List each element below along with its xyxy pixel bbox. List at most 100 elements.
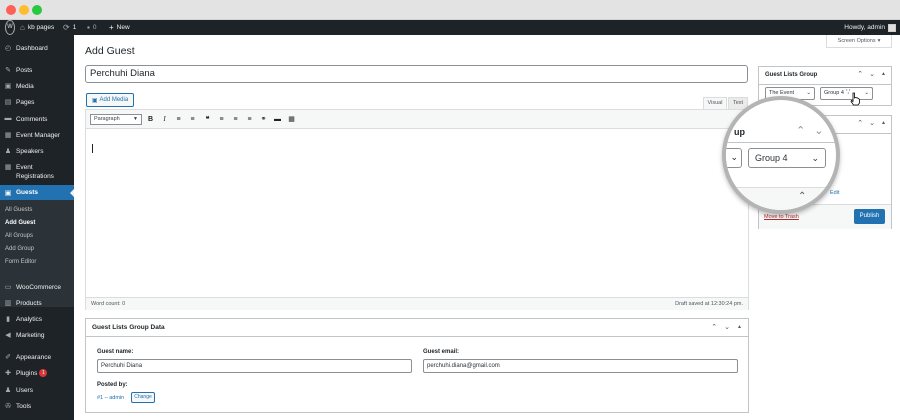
magnified-event-select: ⌄ xyxy=(726,148,742,168)
magnifier-overlay: up ⌃ ⌄ ⌄ Group 4 ⌄ ⌃ xyxy=(722,96,840,214)
sidebar-item-speakers[interactable]: ♟ Speakers xyxy=(0,147,74,156)
add-media-button[interactable]: ▣ Add Media xyxy=(86,93,134,107)
change-author-button[interactable]: Change xyxy=(131,392,155,403)
sidebar-item-posts[interactable]: ✎ Posts xyxy=(0,66,74,75)
blockquote-icon[interactable]: ❝ xyxy=(203,114,212,125)
divider xyxy=(726,142,836,143)
minimize-window-button[interactable] xyxy=(19,5,29,15)
speakers-icon: ♟ xyxy=(4,148,12,155)
sidebar-item-users[interactable]: ♟ Users xyxy=(0,386,74,395)
sidebar-item-event-manager[interactable]: ▦ Event Manager xyxy=(0,131,74,140)
sidebar-item-guests[interactable]: ▣ Guests xyxy=(0,185,74,200)
account-menu[interactable]: Howdy, admin xyxy=(844,20,896,35)
sidebar-item-media[interactable]: ▣ Media xyxy=(0,82,74,91)
sidebar-item-tools[interactable]: ✇ Tools xyxy=(0,402,74,411)
chevron-up-icon[interactable]: ⌃ xyxy=(857,70,863,79)
post-title-input[interactable]: Perchuhi Diana xyxy=(85,65,748,83)
sidebar-item-event-registrations[interactable]: ▦ Event Registrations xyxy=(0,163,74,181)
comment-icon: ▪ xyxy=(87,23,90,32)
new-label: New xyxy=(116,24,130,31)
align-left-icon[interactable]: ≡ xyxy=(217,114,226,125)
chevron-down-icon[interactable]: ⌄ xyxy=(869,119,875,128)
sidebar-item-marketing[interactable]: ◀ Marketing xyxy=(0,331,74,340)
bullet-list-icon[interactable]: ≡ xyxy=(174,114,183,125)
pin-icon: ✎ xyxy=(5,67,11,74)
content-editor[interactable]: Paragraph ▼ B I ≡ ≡ ❝ ≡ ≡ ≡ ⚭ ▬ ▦ Word c… xyxy=(85,109,749,310)
guest-email-field[interactable]: perchuhi.diana@gmail.com xyxy=(423,359,738,373)
sidebar-item-woocommerce[interactable]: ▭ WooCommerce xyxy=(0,283,74,292)
publish-button[interactable]: Publish xyxy=(854,209,885,224)
chevron-up-icon: ⌃ xyxy=(798,191,807,202)
draft-saved-status: Draft saved at 12:30:24 pm. xyxy=(675,301,743,307)
link-icon[interactable]: ⚭ xyxy=(259,114,268,125)
wordpress-logo-icon[interactable]: W xyxy=(5,20,15,35)
submenu-all-guests[interactable]: All Guests xyxy=(5,207,32,213)
metabox-header: Guest Lists Group Data ⌃ ⌄ ▲ xyxy=(86,319,748,337)
submenu-all-groups[interactable]: All Groups xyxy=(5,233,33,239)
page-title: Add Guest xyxy=(85,45,135,57)
chevron-up-icon: ⌃ xyxy=(796,125,806,137)
submenu-form-editor[interactable]: Form Editor xyxy=(5,259,36,265)
calendar-icon: ▦ xyxy=(4,132,12,139)
sidebar-item-appearance[interactable]: ✐ Appearance xyxy=(0,353,74,362)
align-right-icon[interactable]: ≡ xyxy=(245,114,254,125)
numbered-list-icon[interactable]: ≡ xyxy=(188,114,197,125)
format-select-value: Paragraph xyxy=(94,116,120,122)
divider xyxy=(759,84,891,85)
submenu-add-guest[interactable]: Add Guest xyxy=(5,220,35,226)
metabox-title: Guest Lists Group Data xyxy=(92,324,165,331)
plugins-update-badge: 1 xyxy=(39,369,48,377)
move-to-trash-link[interactable]: Move to Trash xyxy=(764,214,799,220)
comments-link[interactable]: ▪ 0 xyxy=(87,20,96,35)
media-icon: ▣ xyxy=(4,83,12,90)
appearance-icon: ✐ xyxy=(5,354,11,361)
admin-sidebar: ◴ Dashboard ✎ Posts ▣ Media ▤ Pages ▬ Comment… xyxy=(0,35,74,420)
new-content-link[interactable]: + New xyxy=(109,20,130,35)
align-center-icon[interactable]: ≡ xyxy=(231,114,240,125)
bold-icon[interactable]: B xyxy=(146,114,155,125)
guest-email-label: Guest email: xyxy=(423,349,460,355)
tab-visual[interactable]: Visual xyxy=(703,97,727,109)
analytics-icon: ▮ xyxy=(6,316,10,323)
posted-by-link[interactable]: #1 – admin xyxy=(97,395,124,401)
magnified-group-value: Group 4 xyxy=(755,153,788,163)
magnified-box-title: up xyxy=(734,127,745,137)
chevron-up-icon[interactable]: ⌃ xyxy=(711,323,717,332)
site-name: kb pages xyxy=(27,24,55,31)
updates-count: 1 xyxy=(72,24,77,31)
toolbar-toggle-icon[interactable]: ▦ xyxy=(287,114,296,125)
group-box-title: Guest Lists Group xyxy=(765,72,818,78)
chevron-up-icon[interactable]: ⌃ xyxy=(857,119,863,128)
updates-link[interactable]: ⟳ 1 xyxy=(63,20,76,35)
sidebar-item-comments[interactable]: ▬ Comments xyxy=(0,115,74,124)
read-more-icon[interactable]: ▬ xyxy=(273,114,282,125)
sidebar-item-dashboard[interactable]: ◴ Dashboard xyxy=(0,44,74,53)
sidebar-item-analytics[interactable]: ▮ Analytics xyxy=(0,315,74,324)
tools-icon: ✇ xyxy=(5,403,11,410)
screen-options-button[interactable]: Screen Options ▾ xyxy=(826,35,892,48)
close-window-button[interactable] xyxy=(6,5,16,15)
toggle-panel-icon[interactable]: ▲ xyxy=(881,70,886,79)
comments-icon: ▬ xyxy=(4,115,12,122)
sidebar-item-pages[interactable]: ▤ Pages xyxy=(0,98,74,107)
toggle-panel-icon[interactable]: ▲ xyxy=(737,323,742,332)
toggle-panel-icon[interactable]: ▲ xyxy=(881,119,886,128)
hand-cursor-icon xyxy=(850,92,860,106)
woocommerce-icon: ▭ xyxy=(4,284,12,291)
word-count: Word count: 0 xyxy=(91,301,126,307)
guests-icon: ▣ xyxy=(4,189,12,197)
magnified-footer xyxy=(726,187,836,210)
chevron-down-icon[interactable]: ⌄ xyxy=(869,70,875,79)
format-select[interactable]: Paragraph ▼ xyxy=(90,114,142,125)
maximize-window-button[interactable] xyxy=(32,5,42,15)
sidebar-item-plugins[interactable]: ✚ Plugins 1 xyxy=(0,369,74,378)
guest-name-field[interactable]: Perchuhi Diana xyxy=(97,359,412,373)
site-name-link[interactable]: ⌂ kb pages xyxy=(20,20,54,35)
chevron-down-icon: ⌄ xyxy=(811,153,819,163)
group-select-value: Group 4 xyxy=(824,90,844,96)
sidebar-item-products[interactable]: ▥ Products xyxy=(0,299,74,308)
magnified-group-select: Group 4 ⌄ xyxy=(748,148,826,168)
chevron-down-icon[interactable]: ⌄ xyxy=(724,323,730,332)
submenu-add-group[interactable]: Add Group xyxy=(5,246,34,252)
italic-icon[interactable]: I xyxy=(160,114,169,125)
